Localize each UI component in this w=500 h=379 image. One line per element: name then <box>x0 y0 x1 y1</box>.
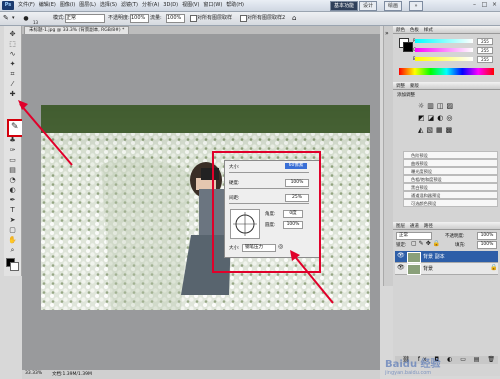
r-value[interactable]: 255 <box>477 38 493 45</box>
arrow-brush-line <box>19 103 73 166</box>
layer-opacity-input[interactable]: 100% <box>477 232 497 240</box>
layer-name: 背景 <box>423 266 434 272</box>
tab-layers[interactable]: 图层 <box>393 224 405 229</box>
preset-selective-color-label: 可选颜色预设 <box>411 201 437 206</box>
visibility-eye-icon[interactable]: 👁 <box>397 252 405 259</box>
preset-levels-label: 色阶预设 <box>411 153 428 158</box>
preset-bw-label: 黑白预设 <box>411 185 428 190</box>
preset-curves-label: 曲线预设 <box>411 161 428 166</box>
adjustment-icons-row-1[interactable]: ☼▥◫▨ <box>418 102 456 110</box>
preset-curves[interactable]: 曲线预设 <box>403 159 498 167</box>
layers-panel-header: 图层 通道 路径 <box>393 222 500 230</box>
layer-name: 背景 副本 <box>423 254 445 260</box>
layer-thumbnail <box>407 252 421 263</box>
color-bg-swatch[interactable] <box>403 42 413 52</box>
layer-thumbnail <box>407 264 421 275</box>
lock-icons[interactable]: ▢✎✥🔒 <box>411 240 442 247</box>
panel-icon-strip: » <box>383 26 393 286</box>
arrow-popup-line <box>291 252 334 304</box>
fill-label: 填充: <box>455 243 466 248</box>
tab-swatches[interactable]: 色板 <box>407 28 419 33</box>
tab-color[interactable]: 颜色 <box>393 28 405 33</box>
right-panels: 颜色 色板 样式 R 255 G 255 B 255 调整 蒙版 添加调整 ☼▥… <box>393 26 500 376</box>
g-slider[interactable] <box>415 48 473 52</box>
preset-channel-mixer[interactable]: 通道混和器预设 <box>403 191 498 199</box>
preset-hue-sat[interactable]: 色相/饱和度预设 <box>403 175 498 183</box>
tab-paths[interactable]: 路径 <box>421 224 433 229</box>
lock-label: 锁定: <box>396 243 407 248</box>
document-info: 文档:1.39M/1.39M <box>52 372 92 377</box>
baidu-watermark: Baidu 经验 jingyan.baidu.com <box>385 355 495 377</box>
adjustments-title: 添加调整 <box>397 93 415 98</box>
g-value[interactable]: 255 <box>477 47 493 54</box>
lock-icon: 🔒 <box>490 264 498 271</box>
arrow-brush-head <box>18 100 28 110</box>
zoom-level[interactable]: 33.33% <box>25 371 42 376</box>
preset-exposure[interactable]: 曝光度预设 <box>403 167 498 175</box>
preset-channel-mixer-label: 通道混和器预设 <box>411 193 441 198</box>
status-bar: 33.33% 文档:1.39M/1.39M <box>22 370 380 379</box>
preset-levels[interactable]: 色阶预设 <box>403 151 498 159</box>
color-panel-header: 颜色 色板 样式 <box>393 26 500 34</box>
watermark-text: Baidu 经验 <box>385 359 441 370</box>
watermark-url: jingyan.baidu.com <box>385 370 432 376</box>
tab-adjustments[interactable]: 调整 <box>393 84 405 89</box>
r-slider[interactable] <box>415 39 473 43</box>
layer-opacity-label: 不透明度: <box>445 234 465 239</box>
preset-bw[interactable]: 黑白预设 <box>403 183 498 191</box>
color-spectrum-ramp[interactable] <box>399 68 494 75</box>
adjustment-icons-row-3[interactable]: ◭▧▦▩ <box>418 126 455 134</box>
layer-row-background[interactable]: 👁 背景 🔒 <box>395 263 498 275</box>
adjustment-icons-row-2[interactable]: ◩◪◐◎ <box>418 114 455 122</box>
adjustments-panel-header: 调整 蒙版 <box>393 82 500 90</box>
layer-row-background-copy[interactable]: 👁 背景 副本 <box>395 251 498 263</box>
tab-styles[interactable]: 样式 <box>421 28 433 33</box>
preset-exposure-label: 曝光度预设 <box>411 169 432 174</box>
b-slider[interactable] <box>415 57 473 61</box>
visibility-eye-icon[interactable]: 👁 <box>397 264 405 271</box>
fill-input[interactable]: 100% <box>477 241 497 249</box>
b-value[interactable]: 255 <box>477 56 493 63</box>
preset-selective-color[interactable]: 可选颜色预设 <box>403 199 498 207</box>
tab-channels[interactable]: 通道 <box>407 224 419 229</box>
panel-collapse-icon[interactable]: » <box>385 30 389 37</box>
tab-masks[interactable]: 蒙版 <box>407 84 419 89</box>
preset-hue-sat-label: 色相/饱和度预设 <box>411 177 442 182</box>
blend-mode-select[interactable]: 正常 <box>396 232 432 240</box>
